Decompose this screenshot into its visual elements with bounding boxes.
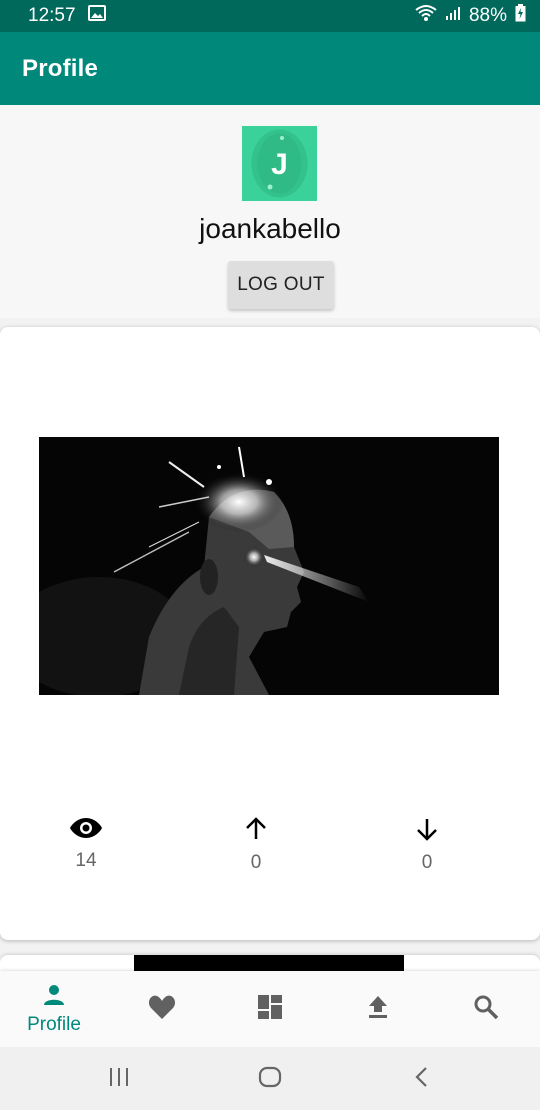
nav-label-profile: Profile [27,1013,81,1035]
downvote-stat[interactable]: 0 [377,817,477,874]
post-card[interactable]: 14 0 0 [0,327,540,940]
upload-icon [366,995,390,1024]
avatar[interactable]: J [242,126,317,201]
nav-item-profile[interactable]: Profile [0,971,108,1047]
profile-header: J joankabello LOG OUT [0,105,540,318]
arrow-down-icon[interactable] [415,819,439,845]
upvotes-count: 0 [250,852,262,873]
person-icon [42,983,66,1012]
back-icon[interactable] [412,1065,430,1094]
nav-item-upload[interactable] [324,971,432,1047]
status-time: 12:57 [28,5,76,26]
views-count: 14 [75,850,97,871]
downvotes-count: 0 [421,852,433,873]
avatar-letter: J [271,148,288,181]
views-stat: 14 [36,817,136,872]
eye-icon [70,818,102,843]
username: joankabello [199,213,341,244]
post-image[interactable] [39,437,499,695]
heart-icon [148,994,176,1025]
signal-icon [445,5,461,27]
dashboard-icon [257,994,283,1025]
battery-percent: 88% [468,5,507,26]
bottom-nav: Profile [0,971,540,1047]
page-title: Profile [22,54,99,82]
nav-item-dashboard[interactable] [216,971,324,1047]
nav-item-search[interactable] [432,971,540,1047]
wifi-icon [415,4,437,28]
arrow-up-icon[interactable] [244,817,268,845]
battery-charging-icon [515,4,526,28]
search-icon [473,994,499,1025]
app-bar: Profile [0,32,540,105]
recent-apps-icon[interactable] [108,1065,130,1094]
logout-button[interactable]: LOG OUT [228,261,334,309]
home-icon[interactable] [258,1065,282,1094]
nav-item-favorites[interactable] [108,971,216,1047]
status-bar: 12:57 88% [0,0,540,32]
upvote-stat[interactable]: 0 [206,817,306,874]
system-nav-bar [0,1047,540,1110]
image-icon [87,5,106,27]
